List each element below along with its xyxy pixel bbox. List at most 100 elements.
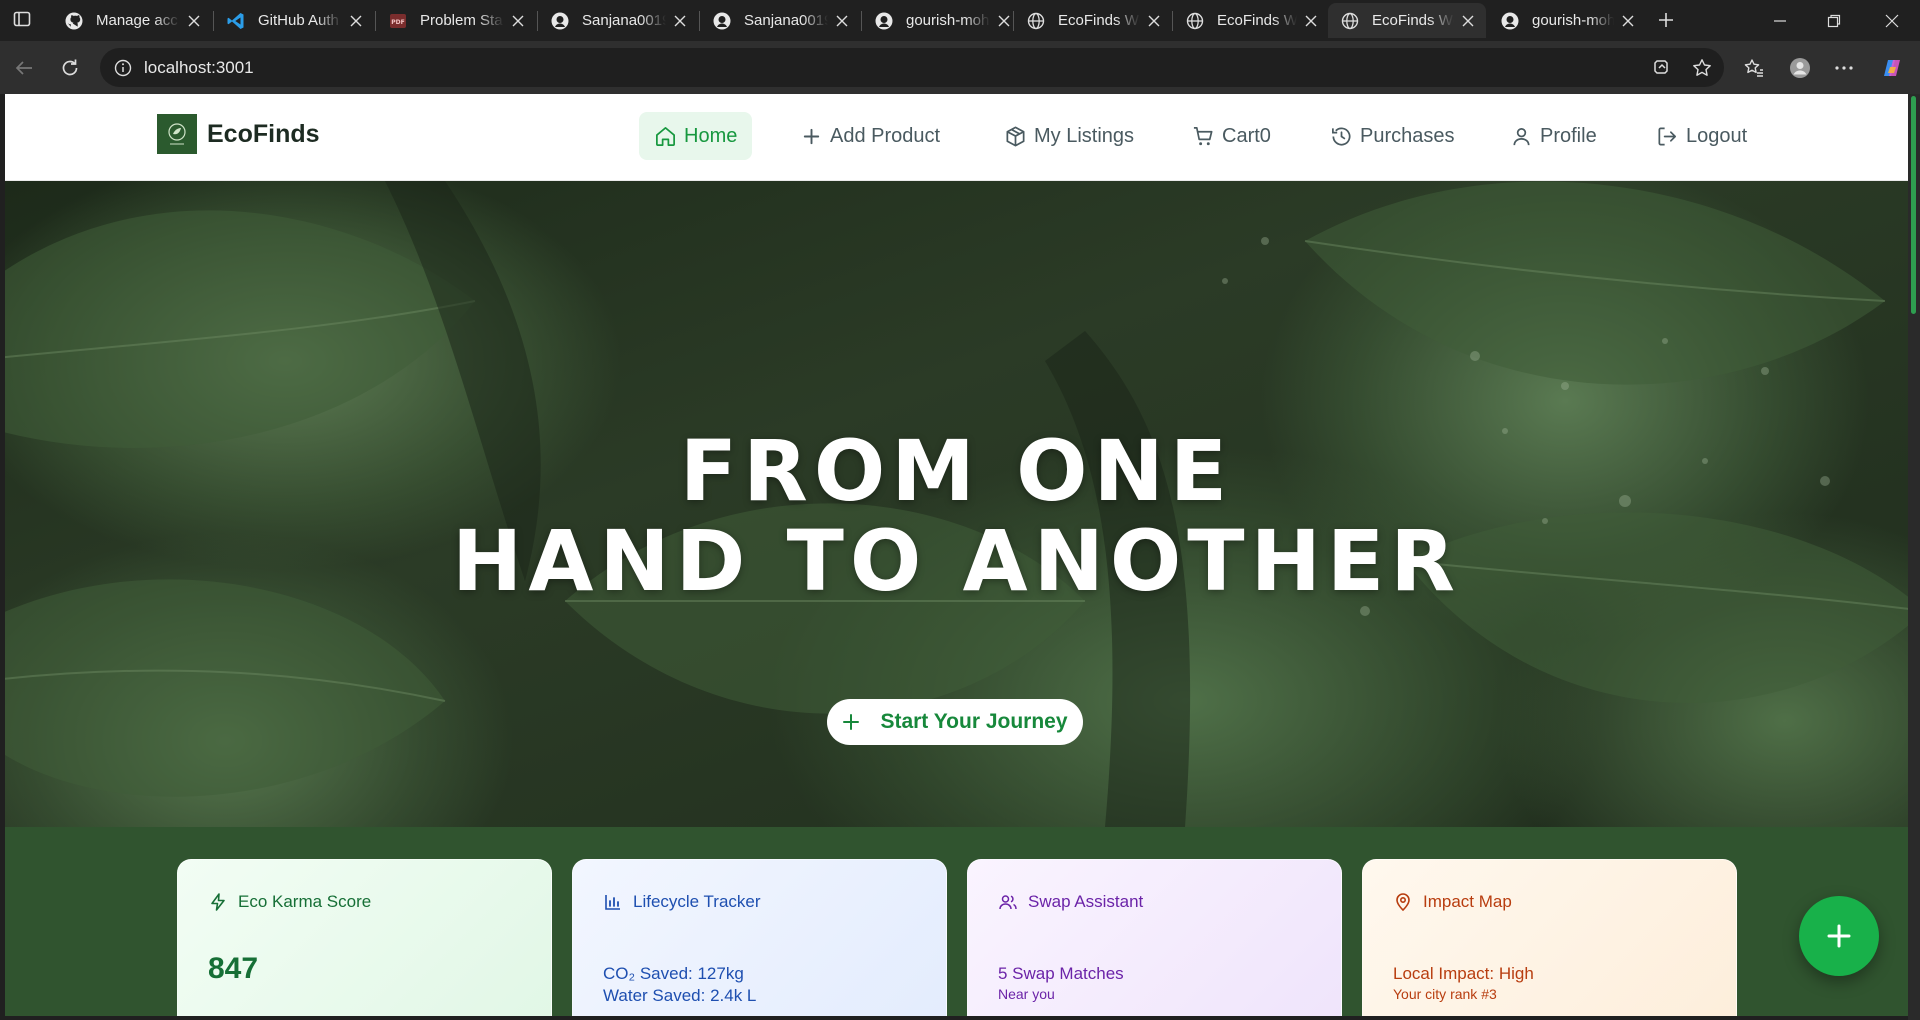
site-info-icon[interactable] [112,57,134,79]
hero-title-line-1: FROM ONE [679,422,1234,520]
nav-profile-label: Profile [1540,124,1597,147]
tab-close-icon[interactable] [672,13,688,29]
scrollbar-thumb[interactable] [1911,96,1916,314]
zap-icon [211,893,225,911]
map-pin-icon [1396,893,1410,912]
brand-name: EcoFinds [207,119,320,148]
profile-avatar-icon[interactable] [1786,54,1814,82]
tab-close-icon[interactable] [510,13,526,29]
user-icon [1513,127,1530,145]
favorites-icon[interactable] [1740,54,1768,82]
tab-close-icon[interactable] [1146,13,1162,29]
plus-icon [1827,924,1851,948]
favorite-star-icon[interactable] [1690,56,1714,80]
tab-actions-icon[interactable] [12,9,36,31]
new-tab-icon[interactable] [1654,8,1678,32]
ecofinds-logo-icon [157,114,197,154]
features-section: Eco Karma Score 847 Lifecycle Tracker CO… [5,827,1908,1016]
more-options-icon[interactable] [1830,54,1858,82]
github-icon [550,11,570,31]
plus-icon [843,714,860,730]
co2-saved-text: CO₂ Saved: 127kg [603,964,744,983]
history-icon [1332,127,1351,145]
svg-text:PDF: PDF [391,19,404,26]
tab-title: gourish-moh [1532,12,1614,29]
tab-close-icon[interactable] [1303,13,1319,29]
browser-tab[interactable]: Manage acc [52,3,212,38]
tab-close-icon[interactable] [1460,13,1476,29]
browser-tab-active[interactable]: EcoFinds We [1328,3,1486,38]
brand[interactable]: EcoFinds [157,114,320,154]
restore-icon[interactable] [1806,0,1862,41]
minimize-icon[interactable] [1752,0,1808,41]
cart-icon [1193,126,1213,145]
site-navbar: EcoFinds Home Add Product My Listings Ca… [5,94,1908,181]
github-icon [712,11,732,31]
impact-map-title: Impact Map [1423,892,1512,911]
lifecycle-tracker-card[interactable]: Lifecycle Tracker CO₂ Saved: 127kg Water… [572,859,947,1016]
swap-assistant-card[interactable]: Swap Assistant 5 Swap Matches Near you [967,859,1342,1016]
city-rank-text: Your city rank #3 [1393,986,1497,1002]
nav-logout[interactable]: Logout [1641,112,1762,160]
github-icon [1500,11,1520,31]
address-bar[interactable]: localhost:3001 [100,48,1724,87]
tab-title: Sanjana0019 [582,12,666,29]
home-icon [656,126,675,146]
refresh-icon[interactable] [56,54,84,82]
start-journey-button[interactable]: Start Your Journey [827,699,1083,745]
tab-title: gourish-moh [906,12,990,29]
tab-close-icon[interactable] [186,13,202,29]
nav-profile[interactable]: Profile [1495,112,1612,160]
hero-section: FROM ONE HAND TO ANOTHER Start Your Jour… [5,181,1908,827]
url-text[interactable]: localhost:3001 [144,58,254,78]
eco-karma-title: Eco Karma Score [238,892,372,911]
browser-tab-strip: Manage acc GitHub Auth PDF Problem Sta S… [0,0,1920,41]
lifecycle-title: Lifecycle Tracker [633,892,761,911]
tab-title: EcoFinds We [1372,12,1454,29]
tab-close-icon[interactable] [834,13,850,29]
browser-tab[interactable]: Sanjana0019 [538,3,698,38]
nav-my-listings-label: My Listings [1034,124,1135,147]
swap-title: Swap Assistant [1028,892,1144,911]
tab-close-icon[interactable] [996,13,1012,29]
impact-map-card[interactable]: Impact Map Local Impact: High Your city … [1362,859,1737,1016]
browser-tab[interactable]: gourish-moh [1488,3,1646,38]
globe-icon [1026,11,1046,31]
start-journey-label: Start Your Journey [880,710,1068,733]
nav-purchases[interactable]: Purchases [1315,112,1470,160]
hero-title-line-2: HAND TO ANOTHER [452,512,1461,610]
browser-tab[interactable]: GitHub Auth [214,3,374,38]
bar-chart-icon [605,895,620,910]
tab-close-icon[interactable] [1620,13,1636,29]
nav-add-product[interactable]: Add Product [785,112,955,160]
users-icon [999,895,1017,910]
browser-tab[interactable]: EcoFinds We [1014,3,1172,38]
eco-karma-card[interactable]: Eco Karma Score 847 [177,859,552,1016]
browser-tab[interactable]: PDF Problem Sta [376,3,536,38]
swap-near-you-text: Near you [998,986,1055,1002]
browser-tab[interactable]: gourish-moh [862,3,1022,38]
browser-tab[interactable]: EcoFinds We [1173,3,1329,38]
close-window-icon[interactable] [1864,0,1920,41]
back-icon[interactable] [10,54,38,82]
browser-toolbar: localhost:3001 [0,41,1920,94]
nav-cart[interactable]: Cart0 [1177,112,1286,160]
logout-icon [1658,126,1677,146]
copilot-icon[interactable] [1878,54,1906,82]
pdf-icon: PDF [388,11,408,31]
nav-cart-label: Cart0 [1222,124,1271,147]
tab-close-icon[interactable] [348,13,364,29]
tab-title: Sanjana0019 [744,12,828,29]
tab-title: EcoFinds We [1217,12,1297,29]
tab-title: Problem Sta [420,12,503,29]
nav-home[interactable]: Home [639,112,753,160]
hero-title: FROM ONE HAND TO ANOTHER [5,426,1908,606]
translate-icon[interactable] [1650,56,1674,80]
browser-tab[interactable]: Sanjana0019 [700,3,860,38]
nav-my-listings[interactable]: My Listings [989,112,1149,160]
page-scrollbar[interactable] [1908,94,1920,1020]
tab-title: GitHub Auth [258,12,339,29]
github-icon [64,11,84,31]
floating-add-button[interactable] [1799,896,1879,976]
tab-title: Manage acc [96,12,178,29]
